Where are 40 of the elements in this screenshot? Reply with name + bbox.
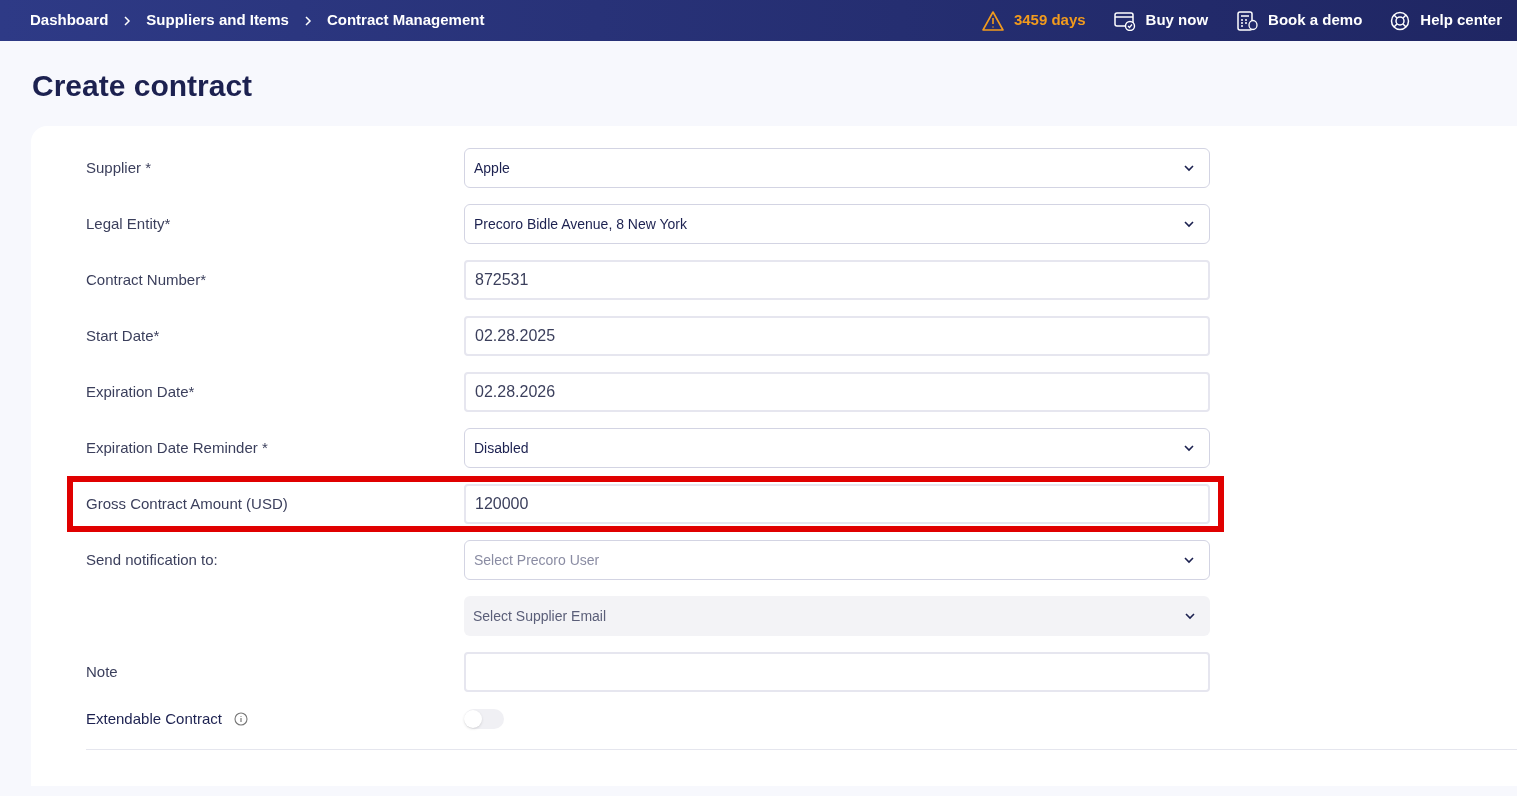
input-field[interactable]: 02.28.2026 xyxy=(464,372,1210,412)
field-label: Supplier * xyxy=(86,157,152,178)
field-label: Expiration Date Reminder * xyxy=(86,437,268,458)
chevron-down-icon xyxy=(1183,220,1195,228)
breadcrumb-link[interactable]: Suppliers and Items xyxy=(146,9,289,32)
card-icon xyxy=(1113,10,1136,31)
header-link[interactable]: Buy now xyxy=(1113,9,1209,32)
toggle-switch[interactable] xyxy=(464,709,504,730)
input-field[interactable] xyxy=(464,652,1210,692)
header-link[interactable]: Book a demo xyxy=(1236,9,1363,32)
select-field[interactable]: Disabled xyxy=(464,428,1210,468)
input-field[interactable]: 02.28.2025 xyxy=(464,316,1210,356)
chevron-down-icon xyxy=(1184,612,1196,620)
calculator-icon xyxy=(1236,10,1259,31)
header-link[interactable]: 3459 days xyxy=(981,9,1086,32)
field-label: Expiration Date* xyxy=(86,381,195,402)
field-label: Note xyxy=(86,661,118,682)
chevron-down-icon xyxy=(1183,164,1195,172)
field-label: Legal Entity* xyxy=(86,213,171,234)
field-label: Contract Number* xyxy=(86,269,207,290)
field-label: Extendable Contract xyxy=(86,709,222,729)
chevron-right-icon xyxy=(122,15,133,26)
field-label: Start Date* xyxy=(86,325,160,346)
chevron-down-icon xyxy=(1183,444,1195,452)
input-field[interactable]: 120000 xyxy=(464,484,1210,524)
lifebuoy-icon xyxy=(1390,10,1411,31)
page-title: Create contract xyxy=(32,68,254,104)
info-icon xyxy=(233,712,248,727)
breadcrumb-link[interactable]: Contract Management xyxy=(326,9,485,32)
chevron-down-icon xyxy=(1183,556,1195,564)
field-label: Gross Contract Amount (USD) xyxy=(86,493,288,514)
select-field[interactable]: Apple xyxy=(464,148,1210,188)
input-field[interactable]: 872531 xyxy=(464,260,1210,300)
select-field[interactable]: Select Supplier Email xyxy=(464,596,1210,636)
select-field[interactable]: Precoro Bidle Avenue, 8 New York xyxy=(464,204,1210,244)
header-link[interactable]: Help center xyxy=(1390,9,1502,32)
breadcrumb-link[interactable]: Dashboard xyxy=(30,9,109,32)
field-label: Send notification to: xyxy=(86,549,218,570)
warning-icon xyxy=(981,10,1004,31)
chevron-right-icon xyxy=(302,15,313,26)
